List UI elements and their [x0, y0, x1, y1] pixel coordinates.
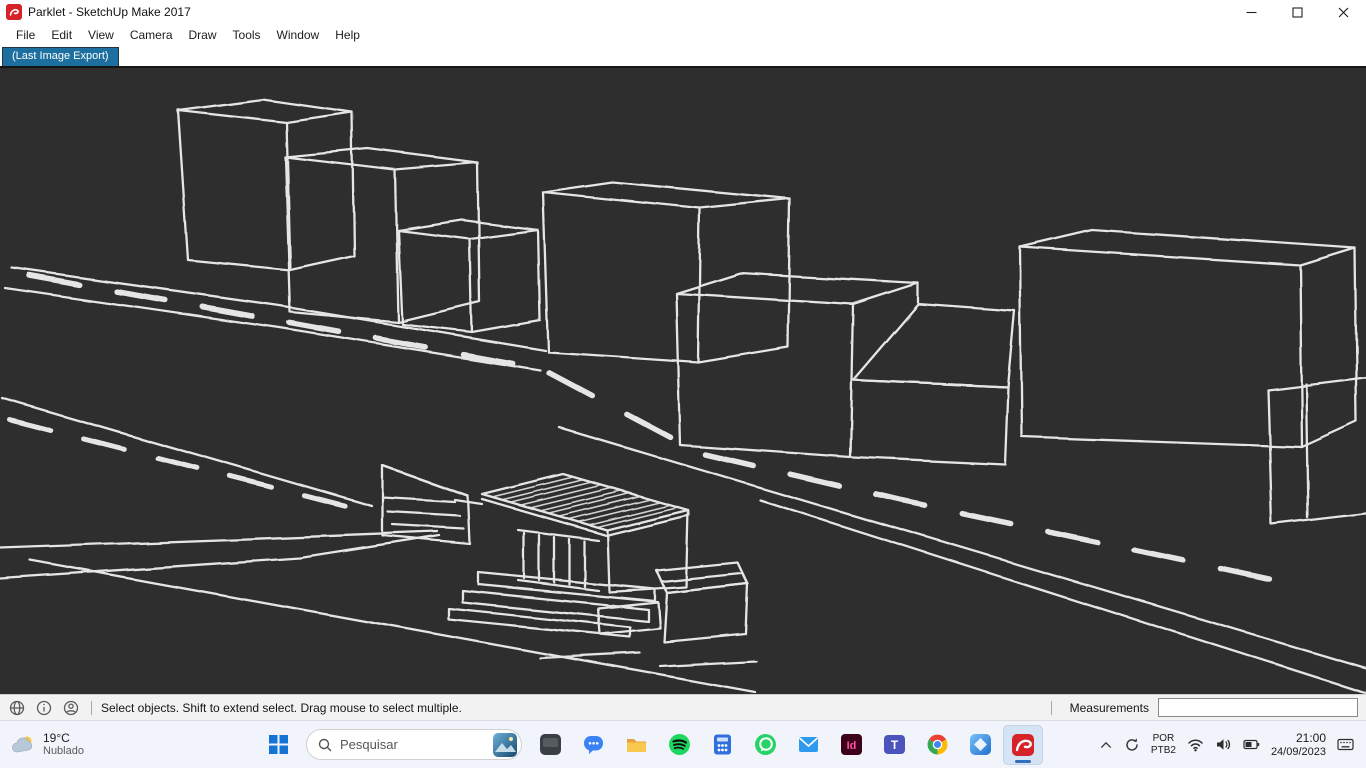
taskbar-icon-photos[interactable] [960, 725, 1000, 765]
geolocation-icon[interactable] [8, 699, 26, 717]
menu-edit[interactable]: Edit [43, 26, 80, 44]
indesign-icon: Id [840, 734, 862, 755]
menu-camera[interactable]: Camera [122, 26, 181, 44]
file-explorer-icon [626, 739, 646, 752]
system-tray: POR PTB2 21:00 24/09/2023 [1099, 721, 1366, 768]
status-bar: Select objects. Shift to extend select. … [0, 694, 1366, 720]
menu-bar: File Edit View Camera Draw Tools Window … [0, 24, 1366, 46]
maximize-icon [1291, 6, 1303, 18]
teams-glyph: T [890, 738, 898, 752]
account-icon[interactable] [62, 699, 80, 717]
volume-icon[interactable] [1215, 737, 1232, 752]
weather-condition: Nublado [43, 745, 84, 757]
measurements-input[interactable] [1158, 698, 1358, 717]
teams-icon: T [883, 735, 905, 754]
statusbar-divider [91, 700, 92, 715]
update-arrow-icon[interactable] [1124, 737, 1140, 753]
calculator-icon [713, 734, 731, 755]
spotify-icon [668, 734, 690, 755]
measurements-divider [1050, 700, 1052, 715]
search-highlight-image[interactable] [493, 732, 517, 757]
status-hint-text: Select objects. Shift to extend select. … [101, 700, 462, 715]
dark-app-icon [539, 734, 561, 755]
search-icon [318, 738, 332, 751]
menu-file[interactable]: File [8, 26, 43, 44]
battery-icon[interactable] [1243, 737, 1260, 752]
photos-icon [969, 734, 991, 755]
measurements-area: Measurements [1049, 698, 1358, 717]
taskbar-icon-calculator[interactable] [702, 725, 742, 765]
measurements-label: Measurements [1069, 700, 1149, 715]
close-button[interactable] [1320, 0, 1366, 24]
taskbar-icon-mail[interactable] [788, 725, 828, 765]
minimize-button[interactable] [1228, 0, 1274, 24]
taskbar-icon-chat[interactable] [573, 725, 613, 765]
taskbar-icon-chrome[interactable] [917, 725, 957, 765]
taskbar-icon-indesign[interactable]: Id [831, 725, 871, 765]
taskbar-center-icons: Id T [258, 721, 1043, 768]
weather-widget[interactable]: 19°C Nublado [0, 731, 84, 758]
taskbar-icon-whatsapp[interactable] [745, 725, 785, 765]
tray-chevron-up-icon[interactable] [1099, 738, 1113, 752]
scene-tab-last-image-export[interactable]: (Last Image Export) [2, 47, 119, 66]
wifi-icon[interactable] [1187, 737, 1204, 752]
taskbar-icon-sketchup[interactable] [1003, 724, 1043, 765]
sketchup-icon [1012, 733, 1034, 756]
tray-date: 24/09/2023 [1270, 745, 1326, 758]
menu-help[interactable]: Help [327, 26, 368, 44]
menu-draw[interactable]: Draw [181, 26, 225, 44]
taskbar-icon-dark-app[interactable] [530, 725, 570, 765]
indesign-glyph: Id [846, 740, 856, 752]
chat-icon [583, 736, 603, 754]
close-icon [1338, 7, 1348, 17]
taskbar-icon-teams[interactable]: T [874, 725, 914, 765]
window-title: Parklet - SketchUp Make 2017 [28, 5, 191, 19]
tray-clock[interactable]: 21:00 24/09/2023 [1271, 731, 1326, 759]
sketchup-logo-icon [6, 4, 22, 20]
maximize-button[interactable] [1274, 0, 1320, 24]
windows-start-icon [268, 735, 288, 754]
taskbar-icon-spotify[interactable] [659, 725, 699, 765]
search-input[interactable] [340, 737, 485, 752]
info-icon[interactable] [35, 699, 53, 717]
language-secondary: PTB2 [1150, 744, 1176, 756]
title-bar: Parklet - SketchUp Make 2017 [0, 0, 1366, 24]
start-button[interactable] [258, 725, 298, 765]
weather-temperature: 19°C [43, 731, 70, 745]
language-primary: POR [1152, 732, 1175, 744]
cloudy-weather-icon [12, 736, 33, 752]
menu-view[interactable]: View [80, 26, 122, 44]
taskbar-search[interactable] [306, 729, 522, 760]
minimize-icon [1246, 11, 1256, 13]
whatsapp-icon [754, 734, 776, 755]
windows-taskbar: 19°C Nublado Pesquisar Id T POR PTB2 21:… [0, 720, 1366, 768]
touch-keyboard-icon[interactable] [1337, 737, 1354, 752]
model-viewport[interactable] [0, 66, 1366, 694]
scene-tab-row: (Last Image Export) [0, 46, 1366, 66]
tray-time: 21:00 [1295, 730, 1326, 745]
menu-tools[interactable]: Tools [225, 26, 269, 44]
window-controls [1228, 0, 1366, 24]
sketch-drawing [0, 97, 1366, 694]
language-indicator[interactable]: POR PTB2 [1151, 733, 1176, 757]
mail-icon [798, 737, 818, 752]
taskbar-icon-file-explorer[interactable] [616, 725, 656, 765]
chrome-icon [927, 734, 947, 755]
menu-window[interactable]: Window [269, 26, 328, 44]
